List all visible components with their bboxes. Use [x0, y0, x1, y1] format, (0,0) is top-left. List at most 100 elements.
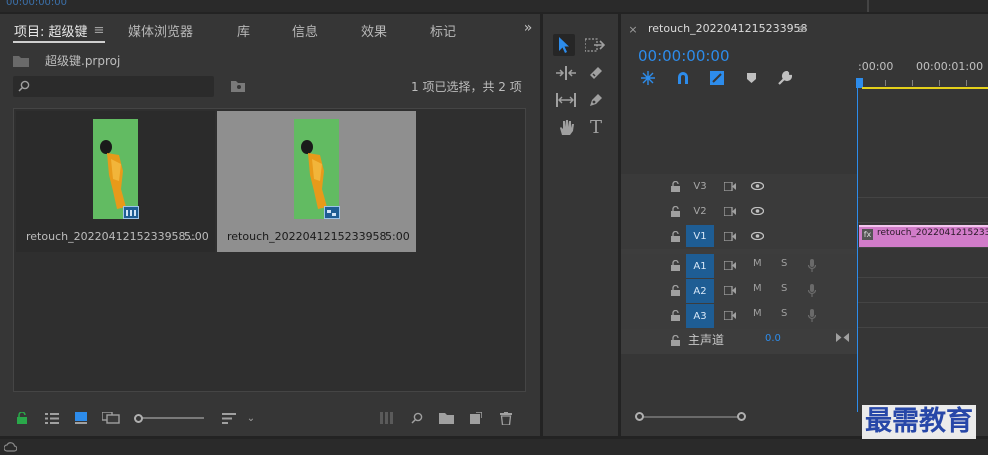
- scroller-handle-right[interactable]: [737, 412, 746, 421]
- track-output-icon[interactable]: [723, 259, 737, 271]
- track-headers-upper: [621, 174, 857, 249]
- top-strip: 00:00:00:00: [0, 0, 988, 12]
- new-item-icon[interactable]: [469, 411, 483, 425]
- insert-overwrite-icon[interactable]: [640, 70, 656, 86]
- tab-libraries[interactable]: 库: [237, 21, 250, 40]
- search-input[interactable]: [35, 78, 210, 95]
- track-output-icon[interactable]: [723, 205, 737, 217]
- eye-icon[interactable]: [750, 180, 764, 192]
- track-v2[interactable]: V2: [686, 200, 714, 222]
- track-lock-icon[interactable]: [669, 259, 681, 271]
- solo-button[interactable]: S: [781, 308, 787, 319]
- new-bin-icon[interactable]: [438, 412, 454, 424]
- project-panel: 项目: 超级键 ≡ 媒体浏览器 库 信息 效果 标记 » 超级键.prproj …: [0, 14, 540, 436]
- timeline-clip[interactable]: fx retouch_2022041215233958: [859, 225, 988, 247]
- ruler-ticks: [858, 80, 988, 86]
- creative-cloud-icon[interactable]: [3, 441, 17, 453]
- tools-panel: T: [543, 14, 618, 436]
- tab-project[interactable]: 项目: 超级键: [14, 21, 88, 40]
- track-v3[interactable]: V3: [686, 175, 714, 197]
- track-output-icon[interactable]: [723, 309, 737, 321]
- playhead-line: [857, 86, 858, 412]
- tab-effects[interactable]: 效果: [361, 21, 387, 40]
- mute-button[interactable]: M: [753, 283, 762, 294]
- timeline-zoom-scroller[interactable]: [635, 412, 746, 422]
- eye-icon[interactable]: [750, 230, 764, 242]
- track-content-area: [857, 174, 988, 354]
- mic-icon[interactable]: [806, 258, 818, 272]
- mic-icon[interactable]: [806, 283, 818, 297]
- track-lock-icon[interactable]: [669, 180, 681, 192]
- solo-button[interactable]: S: [781, 283, 787, 294]
- snap-icon[interactable]: [675, 70, 691, 86]
- add-marker-icon[interactable]: [745, 72, 757, 84]
- zoom-slider[interactable]: [134, 414, 204, 423]
- find-icon[interactable]: [410, 411, 424, 425]
- linked-selection-icon[interactable]: [709, 70, 725, 86]
- zoom-slider-handle[interactable]: [134, 414, 143, 423]
- razor-tool-icon[interactable]: [585, 62, 607, 84]
- master-volume[interactable]: 0.0: [765, 333, 781, 344]
- ruler-label: 00:00:01:00: [916, 60, 984, 73]
- track-a3[interactable]: A3: [686, 304, 714, 328]
- chevron-down-icon[interactable]: ⌄: [245, 412, 257, 424]
- clip-name: retouch_2022041215233958: [227, 230, 387, 243]
- solo-button[interactable]: S: [781, 258, 787, 269]
- track-a1[interactable]: A1: [686, 254, 714, 278]
- mute-button[interactable]: M: [753, 258, 762, 269]
- tab-project-underline: [13, 41, 105, 43]
- list-view-icon[interactable]: [44, 411, 60, 425]
- new-search-bin-icon[interactable]: [230, 79, 246, 93]
- lock-icon[interactable]: [16, 411, 28, 425]
- track-a2[interactable]: A2: [686, 279, 714, 303]
- wrench-icon[interactable]: [777, 70, 793, 86]
- panel-menu-icon[interactable]: ≡: [92, 23, 106, 38]
- freeform-view-icon[interactable]: [102, 411, 120, 425]
- selection-tool-icon[interactable]: [553, 34, 575, 56]
- mute-button[interactable]: M: [753, 308, 762, 319]
- track-output-icon[interactable]: [723, 230, 737, 242]
- time-ruler[interactable]: :00:00 00:00:01:00: [856, 44, 988, 92]
- sort-icon[interactable]: [221, 411, 237, 425]
- ruler-label: :00:00: [858, 60, 894, 73]
- track-select-tool-icon[interactable]: [583, 34, 607, 56]
- automate-to-sequence-icon[interactable]: [379, 411, 395, 425]
- pen-tool-icon[interactable]: [585, 89, 607, 111]
- track-output-icon[interactable]: [723, 284, 737, 296]
- tab-media-browser[interactable]: 媒体浏览器: [128, 21, 193, 40]
- icon-view-icon[interactable]: [74, 411, 88, 425]
- scroller-handle-left[interactable]: [635, 412, 644, 421]
- clip-tile[interactable]: retouch_2022041215233958... 5:00: [16, 111, 215, 252]
- playhead-timecode[interactable]: 00:00:00:00: [638, 47, 730, 65]
- track-lock-icon[interactable]: [669, 334, 681, 346]
- selection-status: 1 项已选择，共 2 项: [411, 80, 522, 94]
- clip-thumbnail: [93, 119, 138, 219]
- sequence-menu-icon[interactable]: ≡: [795, 22, 809, 36]
- track-lock-icon[interactable]: [669, 230, 681, 242]
- overflow-chevron-icon[interactable]: »: [520, 20, 536, 36]
- eye-icon[interactable]: [750, 205, 764, 217]
- mic-icon[interactable]: [806, 308, 818, 322]
- track-lock-icon[interactable]: [669, 205, 681, 217]
- ripple-edit-tool-icon[interactable]: [555, 62, 577, 84]
- track-output-icon[interactable]: [723, 180, 737, 192]
- track-lock-icon[interactable]: [669, 284, 681, 296]
- hand-tool-icon[interactable]: [555, 116, 577, 138]
- track-lane: [857, 279, 988, 303]
- tab-markers[interactable]: 标记: [430, 21, 456, 40]
- trash-icon[interactable]: [499, 411, 513, 425]
- tab-info[interactable]: 信息: [292, 21, 318, 40]
- work-area-bar[interactable]: [862, 87, 988, 89]
- slip-tool-icon[interactable]: [555, 89, 577, 111]
- project-filename: 超级键.prproj: [45, 54, 121, 68]
- track-lock-icon[interactable]: [669, 309, 681, 321]
- sequence-tab[interactable]: retouch_2022041215233958: [648, 22, 808, 35]
- track-v1[interactable]: V1: [686, 225, 714, 247]
- search-box[interactable]: [13, 76, 214, 97]
- go-to-edge-icon[interactable]: [835, 331, 849, 343]
- timeline-clip-label: retouch_2022041215233958: [877, 228, 988, 238]
- type-tool-icon[interactable]: T: [585, 116, 607, 138]
- close-icon[interactable]: ×: [628, 23, 638, 36]
- clip-tile-selected[interactable]: retouch_2022041215233958 5:00: [217, 111, 416, 252]
- bin-area: retouch_2022041215233958... 5:00 retouch…: [13, 108, 526, 392]
